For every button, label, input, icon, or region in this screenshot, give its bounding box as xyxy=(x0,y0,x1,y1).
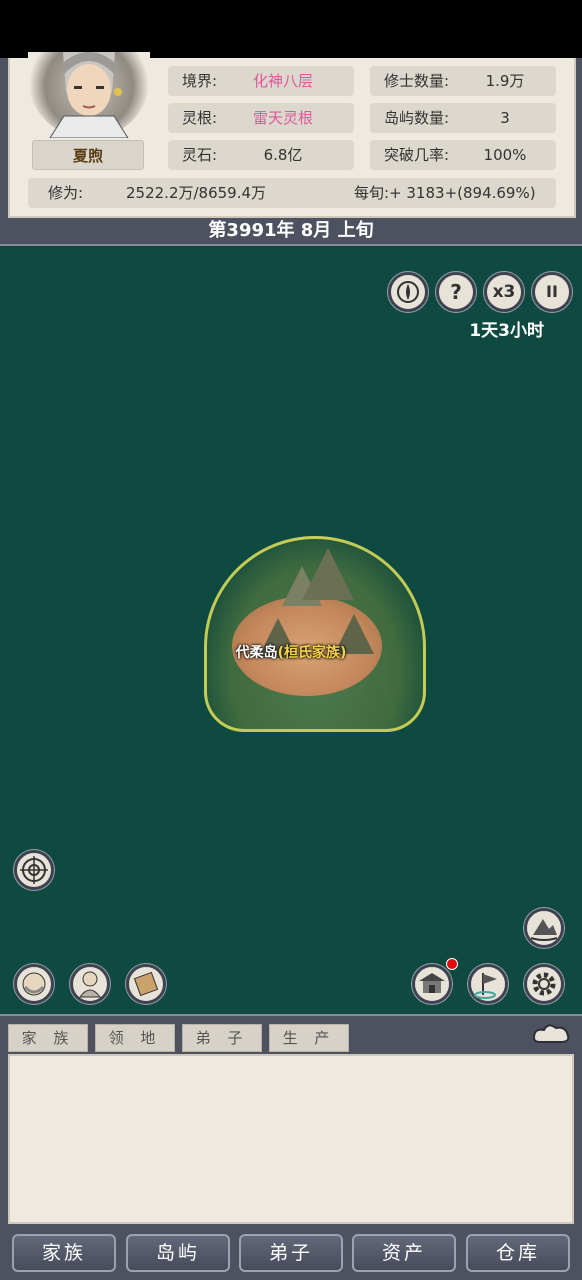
per-period-gain: 每旬:+ 3183+(894.69%) xyxy=(354,184,536,202)
islands-stat: 岛屿数量: 3 xyxy=(370,103,556,133)
sect-hall-button[interactable] xyxy=(412,964,452,1004)
log-tab-clan[interactable]: 家 族 xyxy=(8,1024,88,1052)
gear-icon xyxy=(532,972,556,996)
realm-value: 化神八层 xyxy=(252,72,313,90)
help-button[interactable]: ? xyxy=(436,272,476,312)
cultivation-value: 2522.2万/8659.4万 xyxy=(126,184,267,202)
island-paren-close: ) xyxy=(340,645,347,661)
person-icon xyxy=(79,971,101,998)
nav-clan-button[interactable]: 家族 xyxy=(12,1234,116,1272)
locate-button[interactable] xyxy=(14,850,54,890)
world-map[interactable]: ? x3 II 1天3小时 代柔岛(桓氏家族) xyxy=(0,244,582,1014)
cultivation-label: 修为: xyxy=(48,184,84,202)
island-clan: 桓氏家族 xyxy=(284,645,340,661)
countdown-timer: 1天3小时 xyxy=(469,321,544,341)
expedition-button[interactable] xyxy=(524,908,564,948)
nav-warehouse-button[interactable]: 仓库 xyxy=(466,1234,570,1272)
sect-emblem-button[interactable] xyxy=(388,272,428,312)
log-tab-territory[interactable]: 领 地 xyxy=(95,1024,175,1052)
spirit-root-stat: 灵根: 雷天灵根 xyxy=(168,103,354,133)
mountain-boat-icon xyxy=(530,919,558,941)
temple-icon xyxy=(419,973,445,993)
scroll-button[interactable] xyxy=(126,964,166,1004)
cultivators-stat: 修士数量: 1.9万 xyxy=(370,66,556,96)
settings-button[interactable] xyxy=(524,964,564,1004)
status-bar xyxy=(0,0,582,58)
territory-flag-button[interactable] xyxy=(468,964,508,1004)
character-panel: 夏煦 境界: 化神八层 灵根: 雷天灵根 灵石: 6.8亿 修士数量: 1.9万… xyxy=(0,52,582,244)
avatar[interactable] xyxy=(28,52,150,138)
island-label[interactable]: 代柔岛(桓氏家族) xyxy=(0,642,582,662)
spirit-root-value: 雷天灵根 xyxy=(252,109,313,127)
notification-dot xyxy=(446,958,458,970)
elder-button[interactable] xyxy=(14,964,54,1004)
mountain-peak xyxy=(302,548,354,600)
character-name-button[interactable]: 夏煦 xyxy=(32,140,144,170)
elder-face-icon xyxy=(22,972,46,996)
crosshair-icon xyxy=(20,856,48,884)
nav-disciples-button[interactable]: 弟子 xyxy=(239,1234,343,1272)
cultivation-stat: 修为: 2522.2万/8659.4万 每旬:+ 3183+(894.69%) xyxy=(28,178,556,208)
avatar-portrait-icon xyxy=(49,52,129,138)
nav-assets-button[interactable]: 资产 xyxy=(352,1234,456,1272)
breakthrough-stat: 突破几率: 100% xyxy=(370,140,556,170)
lotus-icon xyxy=(397,281,419,303)
log-tab-production[interactable]: 生 产 xyxy=(269,1024,349,1052)
flag-icon xyxy=(474,973,497,999)
pause-button[interactable]: II xyxy=(532,272,572,312)
log-tab-disciples[interactable]: 弟 子 xyxy=(182,1024,262,1052)
breakthrough-value: 100% xyxy=(483,146,527,164)
speed-button[interactable]: x3 xyxy=(484,272,524,312)
islands-value: 3 xyxy=(500,109,510,127)
character-card: 夏煦 境界: 化神八层 灵根: 雷天灵根 灵石: 6.8亿 修士数量: 1.9万… xyxy=(8,52,576,218)
realm-stat: 境界: 化神八层 xyxy=(168,66,354,96)
disciple-portrait-button[interactable] xyxy=(70,964,110,1004)
cultivators-value: 1.9万 xyxy=(485,72,525,90)
game-date: 第3991年 8月 上旬 xyxy=(208,220,374,241)
spirit-stone-value: 6.8亿 xyxy=(263,146,303,164)
event-log[interactable] xyxy=(8,1054,574,1224)
cloud-ornament-icon[interactable] xyxy=(530,1022,572,1046)
scroll-icon xyxy=(133,971,159,997)
spirit-stone-stat: 灵石: 6.8亿 xyxy=(168,140,354,170)
log-panel: 家 族 领 地 弟 子 生 产 家族 岛屿 弟子 资产 仓库 xyxy=(0,1014,582,1280)
island-name: 代柔岛 xyxy=(235,645,278,661)
nav-islands-button[interactable]: 岛屿 xyxy=(126,1234,230,1272)
